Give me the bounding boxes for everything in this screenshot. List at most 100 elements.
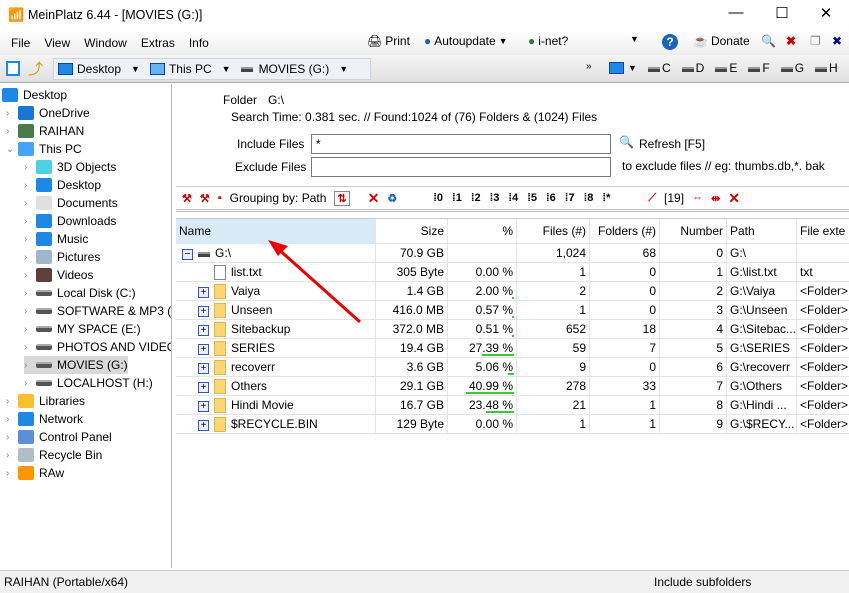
tree-item[interactable]: Desktop [2,86,67,104]
level-8-button[interactable]: ⁞8 [584,192,594,204]
tree-item[interactable]: › Local Disk (C:) [24,284,136,302]
cascade-button[interactable]: ❐ [810,34,821,48]
print-button[interactable]: 🖨 Print [367,34,410,48]
expand-chevron-icon[interactable]: » [586,61,592,72]
table-row[interactable]: + $RECYCLE.BIN 129 Byte 0.00 % 1 1 9 G:\$RECY..… [176,415,849,434]
expand-chevron-icon[interactable]: › [24,162,36,173]
tree-item[interactable]: › OneDrive [6,104,90,122]
menu-info[interactable]: Info [182,36,216,50]
tree-item[interactable]: › PHOTOS AND VIDEOS [24,338,171,356]
level-7-button[interactable]: ⁞7 [565,192,575,204]
list-view-icon[interactable] [6,61,20,76]
collapse-icon[interactable]: − [182,249,193,260]
tree-item[interactable]: › Recycle Bin [6,446,102,464]
expand-icon[interactable]: + [198,401,209,412]
tree-item[interactable]: › Documents [24,194,118,212]
tree-item[interactable]: › RAw [6,464,64,482]
expand-chevron-icon[interactable]: › [24,378,36,389]
tree-item[interactable]: › Desktop [24,176,101,194]
drive-h-button[interactable]: H [815,61,838,75]
expand-icon[interactable]: + [198,420,209,431]
drive-g-button[interactable]: G [780,61,804,75]
menu-extras[interactable]: Extras [134,36,182,50]
collapse-chevron-icon[interactable]: ⌄ [6,144,18,155]
menu-window[interactable]: Window [77,36,134,50]
refresh-icon[interactable]: 🔍 [619,135,634,149]
level-4-button[interactable]: ⁞4 [508,192,518,204]
scan-sub-icon[interactable]: ⚒ [200,192,210,205]
expand-chevron-icon[interactable]: › [24,234,36,245]
level-*-button[interactable]: ⁞* [602,192,610,204]
expand-chevron-icon[interactable]: › [6,468,18,479]
tree-item[interactable]: › Music [24,230,88,248]
expand-chevron-icon[interactable]: › [24,270,36,281]
tree-item[interactable]: ⌄ This PC [6,140,82,158]
expand-chevron-icon[interactable]: › [24,360,36,371]
expand-chevron-icon[interactable]: › [6,432,18,443]
refresh-button[interactable]: Refresh [F5] [639,137,705,151]
expand-chevron-icon[interactable]: › [24,306,36,317]
column-header[interactable]: Size [376,219,448,244]
expand-icon[interactable]: + [198,344,209,355]
inet-button[interactable]: ● i-net? [528,34,568,48]
expand-chevron-icon[interactable]: › [6,396,18,407]
column-header[interactable]: Files (#) [517,219,590,244]
expand-icon[interactable]: + [198,382,209,393]
level-2-button[interactable]: ⁞2 [471,192,481,204]
drive-f-button[interactable]: F [748,61,770,75]
expand-icon[interactable]: + [198,363,209,374]
expand-chevron-icon[interactable]: › [24,342,36,353]
scan-icon[interactable]: ⚒ [182,192,192,205]
column-header[interactable]: Folders (#) [590,219,660,244]
chevron-down-icon[interactable]: ▼ [628,63,637,73]
recycle-icon[interactable]: ♻ [387,192,397,205]
toolbar-dropdown[interactable]: ▼ [630,34,639,44]
expand-chevron-icon[interactable]: › [6,126,18,137]
drive-c-button[interactable]: C [648,61,671,75]
address-bar[interactable]: Desktop ▼ This PC ▼ MOVIES (G:) ▼ [53,58,371,80]
level-0-button[interactable]: ⁞0 [433,192,443,204]
expand-chevron-icon[interactable]: › [24,324,36,335]
table-row[interactable]: + Others 29.1 GB 40.99 % 278 33 7 G:\Others <Fol… [176,377,849,396]
expand-chevron-icon[interactable]: › [24,198,36,209]
tree-item[interactable]: › 3D Objects [24,158,116,176]
help-button[interactable]: ? [662,34,678,50]
close-window-button[interactable]: ✖ [786,34,796,48]
expand-icon[interactable]: + [198,287,209,298]
up-folder-icon[interactable]: ⤴ [28,58,43,79]
column-header[interactable]: File exte [797,219,849,244]
table-row[interactable]: + SERIES 19.4 GB 27.39 % 59 7 5 G:\SERIES <Folde… [176,339,849,358]
chevron-down-icon[interactable]: ▼ [339,64,348,74]
crumb-desktop[interactable]: Desktop [77,62,121,76]
level-1-button[interactable]: ⁞1 [452,192,462,204]
drive-d-button[interactable]: D [681,61,704,75]
crumb-this-pc[interactable]: This PC [169,62,212,76]
monitor-icon[interactable] [609,62,624,74]
menu-file[interactable]: File [4,36,37,50]
column-header[interactable]: Path [727,219,797,244]
level-5-button[interactable]: ⁞5 [527,192,537,204]
column-header[interactable]: % [448,219,517,244]
tree-item[interactable]: › MY SPACE (E:) [24,320,141,338]
tree-item[interactable]: › MOVIES (G:) [24,356,128,374]
expand-width-icon[interactable]: ⇔ [692,192,703,204]
expand-chevron-icon[interactable]: › [24,288,36,299]
swap-icon[interactable]: ⇅ [334,190,350,206]
search-button[interactable]: 🔍 [761,34,776,48]
menu-view[interactable]: View [37,36,77,50]
expand-icon[interactable]: + [198,306,209,317]
tree-item[interactable]: › Libraries [6,392,85,410]
expand-chevron-icon[interactable]: › [6,108,18,119]
tree-item[interactable]: › Network [6,410,83,428]
delete-icon[interactable]: ✕ [368,190,380,207]
chevron-down-icon[interactable]: ▼ [222,64,231,74]
tree-item[interactable]: › RAIHAN [6,122,84,140]
tree-item[interactable]: › Control Panel [6,428,112,446]
wand-icon[interactable]: ⟋ [648,192,656,205]
level-6-button[interactable]: ⁞6 [546,192,556,204]
crumb-movies[interactable]: MOVIES (G:) [259,62,330,76]
tree-item[interactable]: › Pictures [24,248,100,266]
expand-chevron-icon[interactable]: › [24,216,36,227]
maximize-button[interactable]: ☐ [759,4,805,26]
tree-item[interactable]: › SOFTWARE & MP3 (D:) [24,302,171,320]
